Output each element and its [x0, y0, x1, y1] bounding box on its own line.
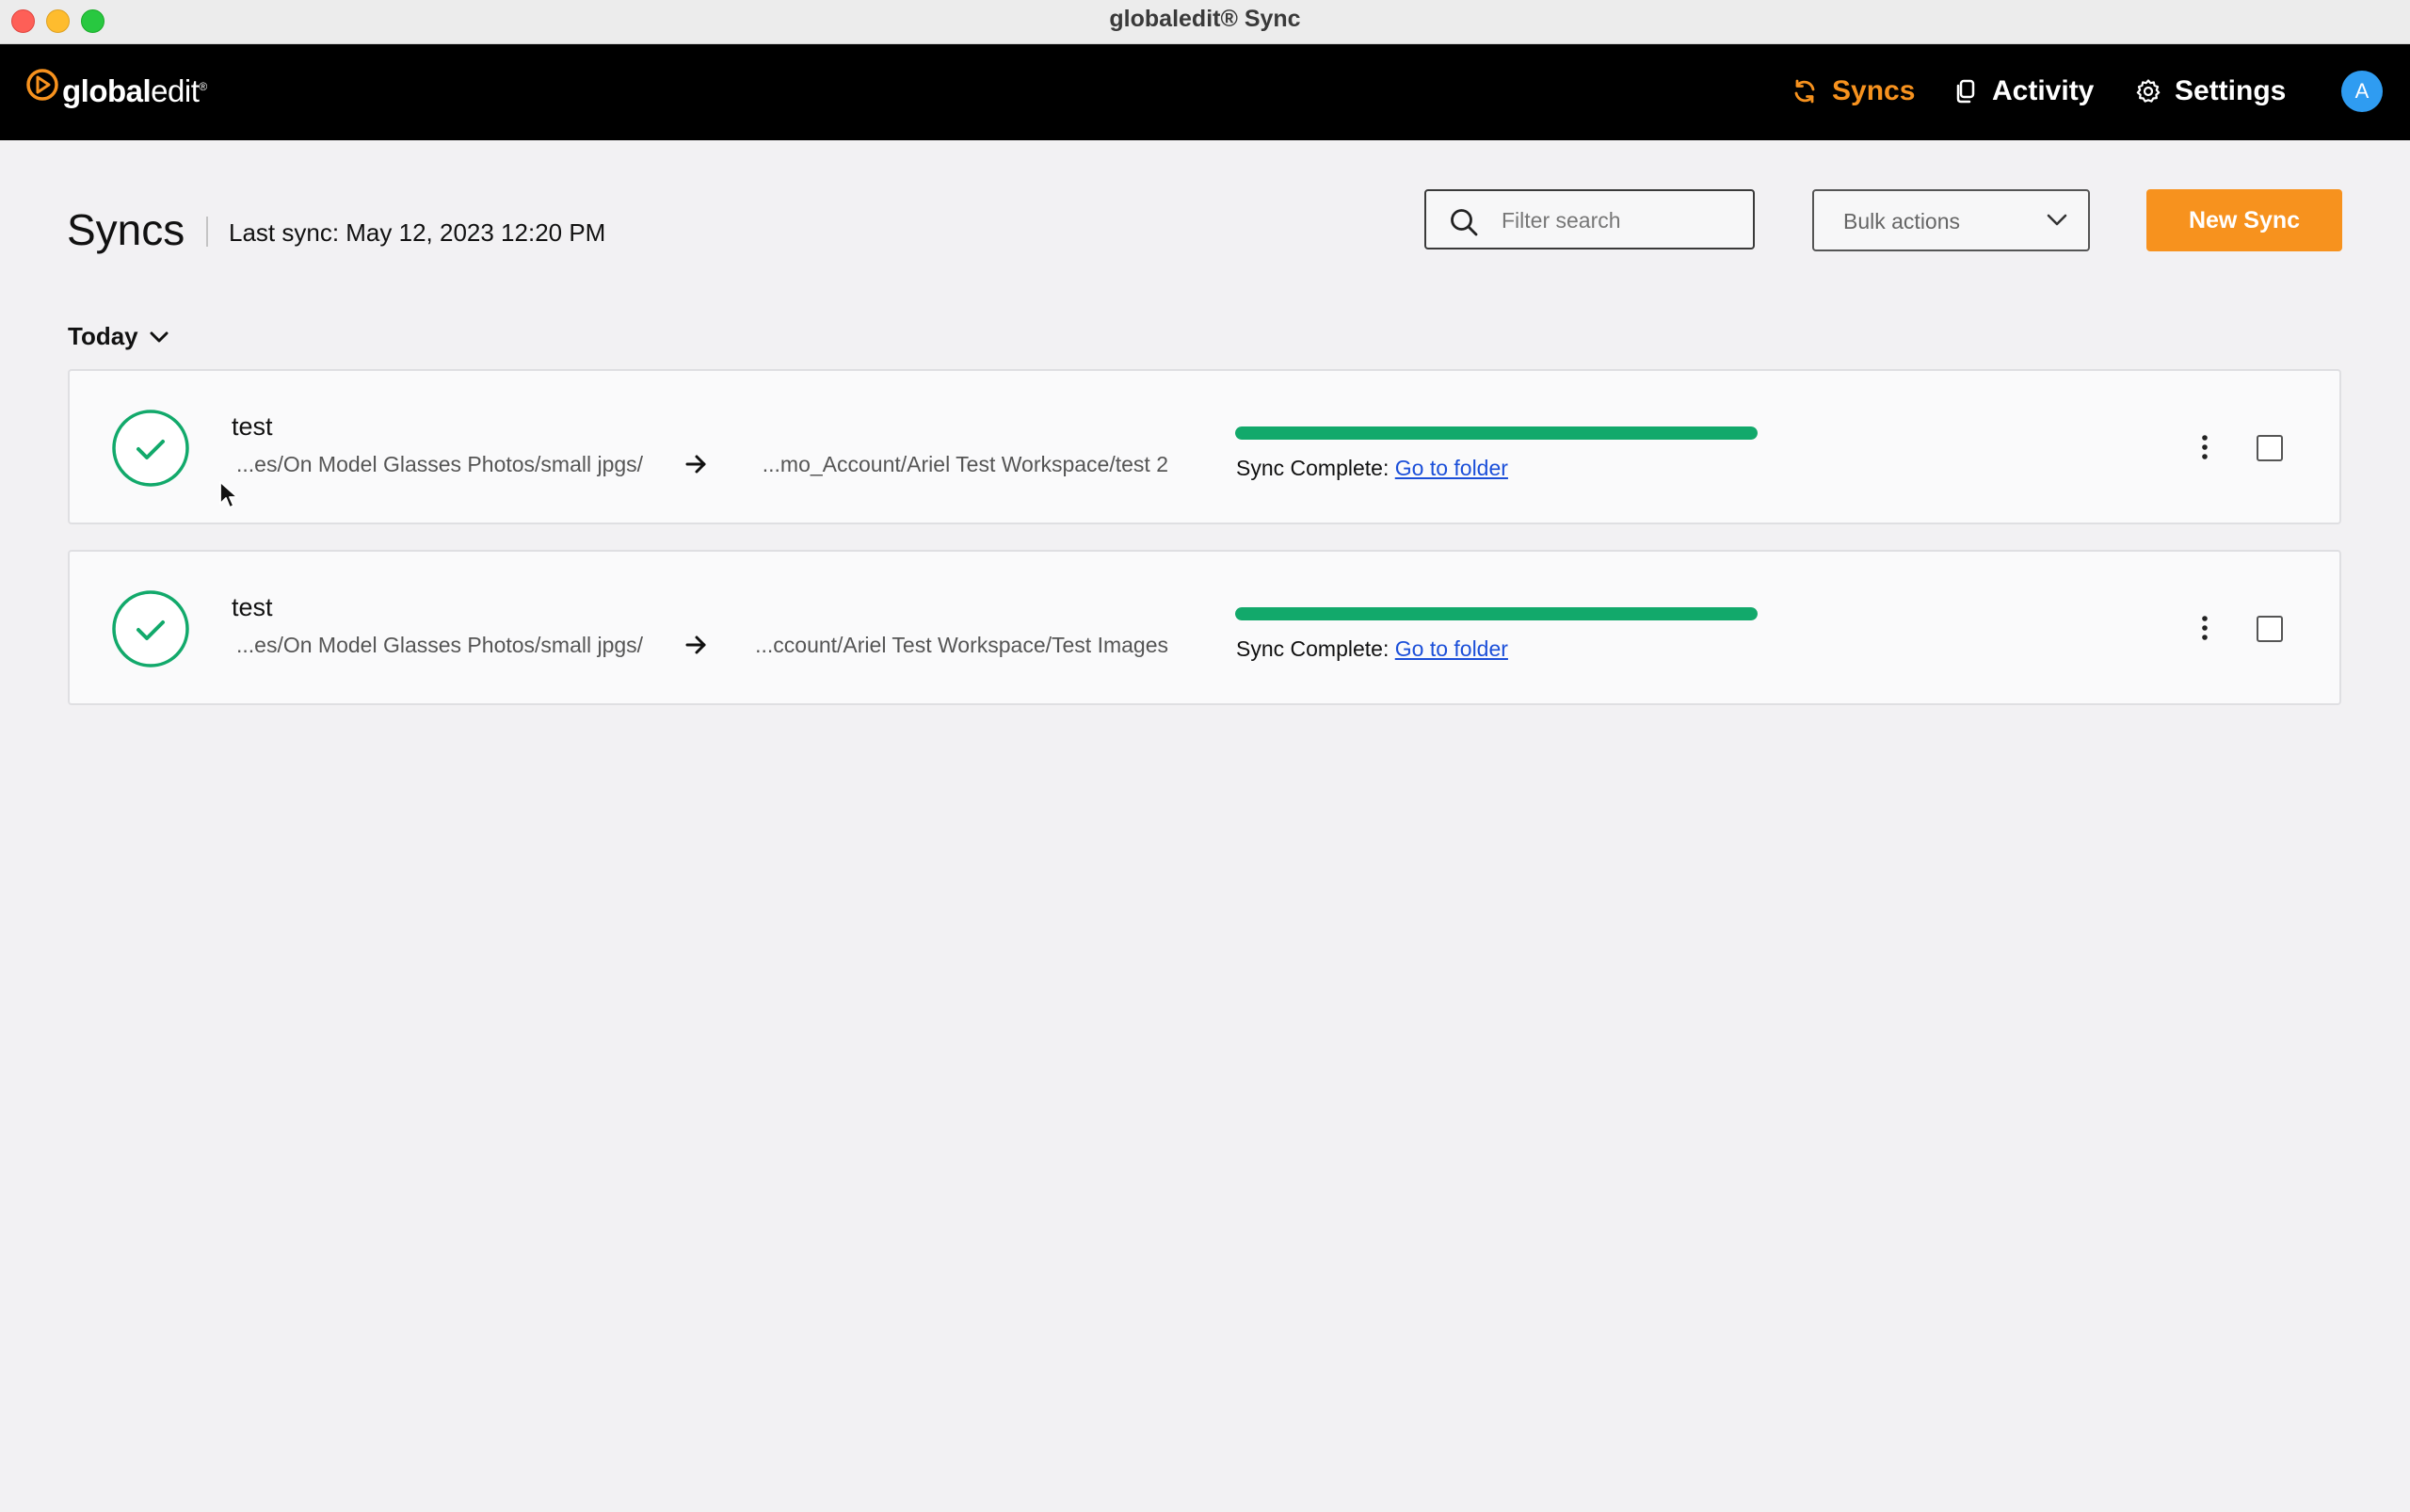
go-to-folder-link[interactable]: Go to folder [1395, 456, 1508, 480]
bulk-actions-dropdown[interactable]: Bulk actions [1812, 189, 2090, 251]
user-avatar[interactable]: A [2341, 71, 2383, 112]
sync-status: Sync Complete: Go to folder [1236, 456, 1508, 481]
arrow-right-icon [685, 635, 706, 654]
globaledit-logo-icon [26, 69, 58, 101]
group-label: Today [68, 322, 138, 350]
sync-row[interactable]: test ...es/On Model Glasses Photos/small… [68, 369, 2341, 524]
sync-progress-fill [1235, 426, 1758, 440]
search-icon [1451, 209, 1478, 236]
nav-activity-label: Activity [1992, 75, 2095, 106]
source-path: ...es/On Model Glasses Photos/small jpgs… [236, 633, 644, 657]
filter-search-box[interactable] [1424, 189, 1755, 249]
more-options-icon[interactable] [2195, 432, 2214, 462]
sync-row[interactable]: test ...es/On Model Glasses Photos/small… [68, 550, 2341, 705]
sync-name: test [232, 593, 273, 621]
check-circle-icon [112, 590, 189, 668]
destination-path: ...ccount/Ariel Test Workspace/Test Imag… [755, 633, 1168, 657]
go-to-folder-link[interactable]: Go to folder [1395, 636, 1508, 661]
sync-icon [1794, 79, 1815, 104]
mouse-cursor-icon [219, 481, 238, 508]
activity-icon [1956, 79, 1975, 104]
bulk-actions-label: Bulk actions [1843, 209, 1961, 233]
nav-settings[interactable]: Settings [2135, 72, 2286, 110]
sync-name: test [232, 412, 273, 441]
sync-progress-bar [1235, 426, 1758, 440]
row-select-checkbox[interactable] [2257, 435, 2283, 461]
more-options-icon[interactable] [2195, 613, 2214, 643]
last-sync-text: Last sync: May 12, 2023 12:20 PM [229, 218, 606, 247]
destination-path: ...mo_Account/Ariel Test Workspace/test … [762, 452, 1168, 476]
top-navbar: globaledit® Syncs Activity Settings A [0, 44, 2410, 140]
nav-syncs[interactable]: Syncs [1791, 72, 1915, 110]
nav-syncs-label: Syncs [1832, 75, 1916, 106]
gear-icon [2136, 79, 2161, 103]
arrow-right-icon [685, 455, 706, 474]
chevron-down-icon [2047, 214, 2067, 226]
sync-progress-bar [1235, 607, 1758, 620]
sync-status-label: Sync Complete: [1236, 456, 1390, 480]
check-circle-icon [112, 410, 189, 487]
group-toggle-today[interactable]: Today [68, 322, 169, 351]
nav-settings-label: Settings [2175, 75, 2287, 106]
title-divider [206, 217, 208, 247]
filter-search-input[interactable] [1500, 202, 1739, 238]
sync-status-label: Sync Complete: [1236, 636, 1390, 661]
sync-progress-fill [1235, 607, 1758, 620]
page-title: Syncs [67, 205, 185, 254]
row-select-checkbox[interactable] [2257, 616, 2283, 642]
chevron-down-icon [150, 331, 169, 342]
sync-status: Sync Complete: Go to folder [1236, 636, 1508, 662]
nav-activity[interactable]: Activity [1952, 72, 2094, 110]
globaledit-logo[interactable]: globaledit® [24, 68, 207, 115]
new-sync-button[interactable]: New Sync [2146, 189, 2342, 251]
logo-wordmark: globaledit® [62, 73, 207, 108]
window-titlebar: globaledit® Sync [0, 0, 2410, 44]
window-title: globaledit® Sync [1109, 6, 1301, 32]
source-path: ...es/On Model Glasses Photos/small jpgs… [236, 452, 644, 476]
